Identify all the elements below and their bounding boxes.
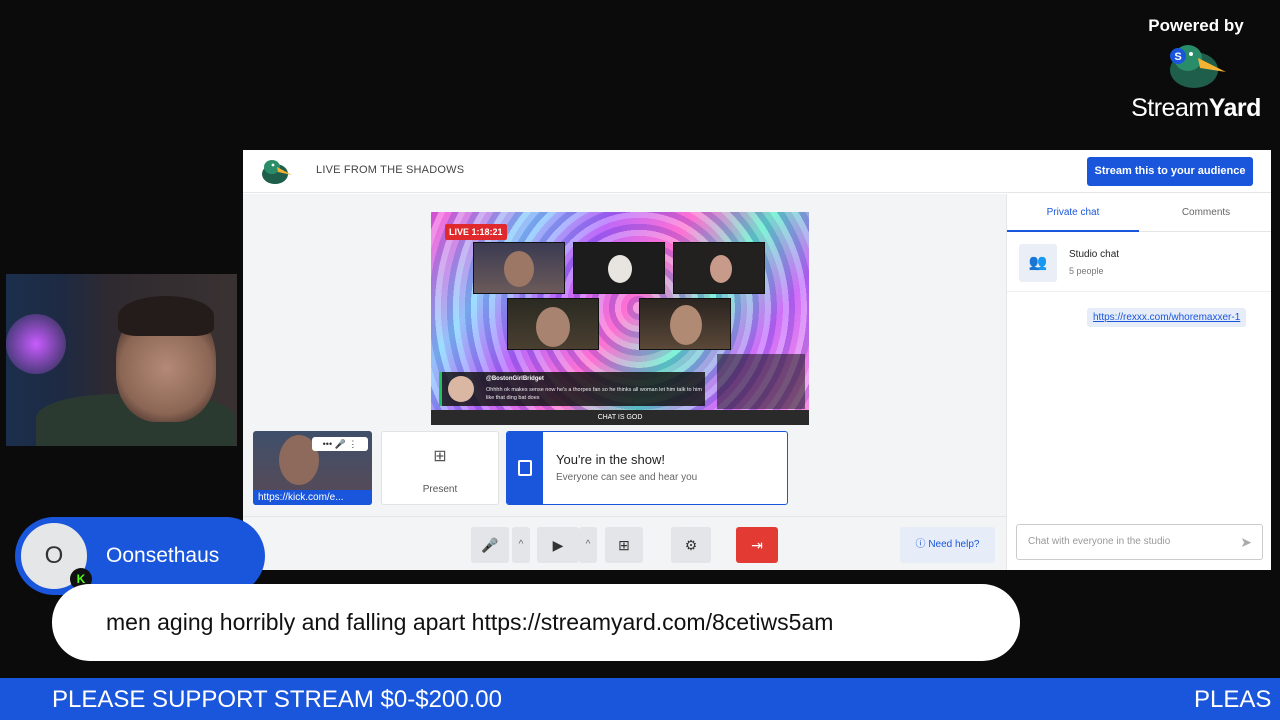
stage-area: LIVE 1:18:21 @BostonGirlBridget Ohhhh ok… bbox=[243, 194, 1006, 570]
streamyard-wordmark: StreamYard bbox=[1131, 94, 1261, 122]
stream-canvas: Powered by S StreamYard LIVE FROM THE SH… bbox=[0, 0, 1280, 720]
in-show-subtitle: Everyone can see and hear you bbox=[556, 472, 698, 483]
chat-message-text: men aging horribly and falling apart htt… bbox=[106, 609, 834, 635]
preview-chat-overlay: @BostonGirlBridget Ohhhh ok makes sense … bbox=[439, 372, 705, 406]
tab-private-chat[interactable]: Private chat bbox=[1007, 194, 1139, 232]
share-screen-button[interactable]: ⊞ bbox=[605, 527, 643, 563]
thumbnail-controls[interactable]: ••• 🎤 ⋮ bbox=[312, 437, 368, 451]
participant-tile bbox=[673, 242, 765, 294]
stream-to-audience-button[interactable]: Stream this to your audience bbox=[1087, 157, 1253, 186]
svg-text:S: S bbox=[1174, 51, 1181, 63]
settings-gear-icon[interactable]: ⚙ bbox=[671, 527, 711, 563]
preview-footer-banner: CHAT IS GOD bbox=[431, 410, 809, 425]
ticker-text-repeat: PLEAS bbox=[1194, 686, 1272, 713]
present-screen-icon: ⊞ bbox=[433, 448, 447, 465]
chatter-username: Oonsethaus bbox=[106, 544, 220, 567]
streamyard-duck-logo: S bbox=[1170, 45, 1226, 88]
donation-ticker: PLEASE SUPPORT STREAM $0-$200.00 PLEAS bbox=[0, 678, 1280, 720]
present-label: Present bbox=[422, 484, 458, 495]
webcam-feed bbox=[6, 274, 237, 446]
in-show-notice: You're in the show! Everyone can see and… bbox=[506, 431, 788, 505]
participant-tile bbox=[507, 298, 599, 350]
in-show-title: You're in the show! bbox=[556, 452, 665, 467]
send-icon[interactable]: ➤ bbox=[1240, 525, 1252, 559]
participant-url-label: https://kick.com/e... bbox=[253, 490, 372, 505]
chat-tabs: Private chat Comments bbox=[1007, 194, 1271, 232]
mic-options-chevron-icon[interactable]: ^ bbox=[512, 527, 530, 563]
self-camera-thumbnail[interactable]: ••• 🎤 ⋮ https://kick.com/e... bbox=[253, 431, 372, 505]
chat-panel: Private chat Comments 👥 Studio chat 5 pe… bbox=[1006, 194, 1271, 570]
studio-chat-count: 5 people bbox=[1069, 266, 1104, 276]
preview-side-chat bbox=[717, 354, 805, 409]
need-help-button[interactable]: ⓘ Need help? bbox=[900, 527, 995, 563]
powered-by-branding: Powered by S StreamYard bbox=[1120, 16, 1272, 123]
participant-tile bbox=[473, 242, 565, 294]
participant-tile bbox=[639, 298, 731, 350]
camera-options-chevron-icon[interactable]: ^ bbox=[579, 527, 597, 563]
studio-control-bar: 🎤 ^ ▶ ^ ⊞ ⚙ ⇥ ⓘ Need help? bbox=[243, 516, 1006, 570]
people-group-icon: 👥 bbox=[1019, 244, 1057, 282]
tab-comments[interactable]: Comments bbox=[1140, 194, 1271, 232]
studio-header: LIVE FROM THE SHADOWS Stream this to you… bbox=[243, 150, 1271, 193]
leave-studio-button[interactable]: ⇥ bbox=[736, 527, 778, 563]
present-button[interactable]: ⊞ Present bbox=[381, 431, 499, 505]
camera-button[interactable]: ▶ bbox=[537, 527, 579, 563]
ticker-text: PLEASE SUPPORT STREAM $0-$200.00 bbox=[52, 686, 502, 713]
studio-chat-title: Studio chat bbox=[1069, 249, 1120, 260]
broadcast-title: LIVE FROM THE SHADOWS bbox=[316, 164, 465, 176]
powered-by-label: Powered by bbox=[1148, 16, 1244, 35]
chat-message-bubble: men aging horribly and falling apart htt… bbox=[52, 584, 1020, 661]
microphone-button[interactable]: 🎤 bbox=[471, 527, 509, 563]
duck-logo-icon bbox=[262, 160, 292, 184]
chat-input[interactable]: Chat with everyone in the studio ➤ bbox=[1016, 524, 1263, 560]
person-frame-icon bbox=[507, 432, 543, 504]
stage-preview: LIVE 1:18:21 @BostonGirlBridget Ohhhh ok… bbox=[431, 212, 809, 425]
studio-window: LIVE FROM THE SHADOWS Stream this to you… bbox=[243, 150, 1271, 570]
studio-chat-header: 👥 Studio chat 5 people bbox=[1007, 232, 1271, 292]
live-timer-badge: LIVE 1:18:21 bbox=[445, 224, 507, 240]
participant-tile bbox=[573, 242, 665, 294]
chat-message-link[interactable]: https://rexxx.com/whoremaxxer-1 bbox=[1087, 308, 1247, 327]
